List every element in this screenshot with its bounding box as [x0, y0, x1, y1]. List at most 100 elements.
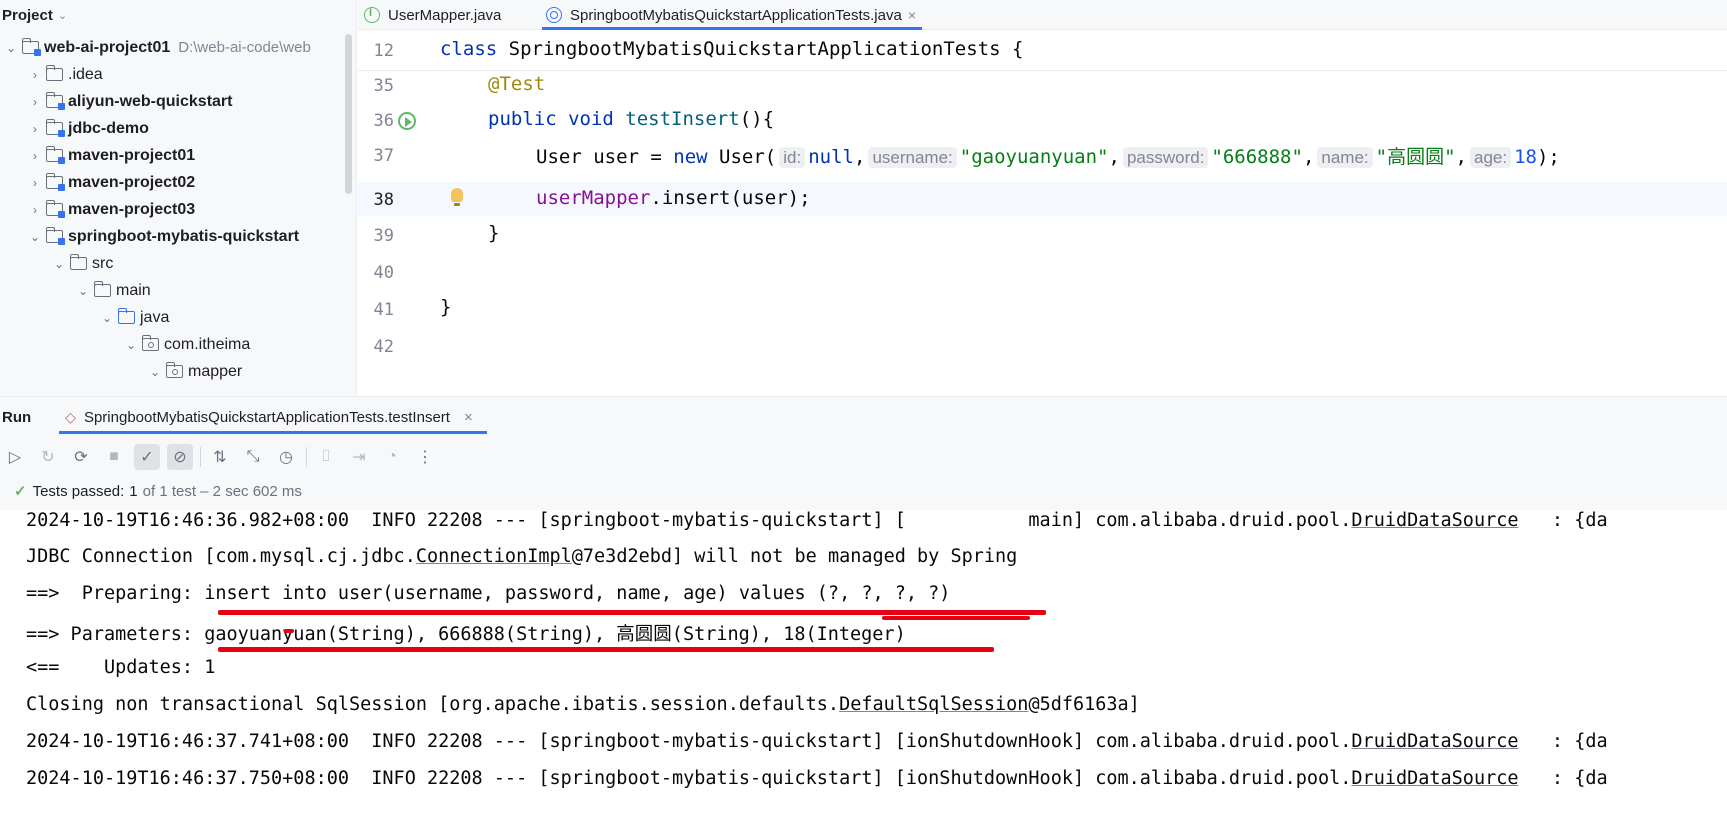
line-number: 36 [373, 111, 394, 131]
chevron-right-icon[interactable]: › [28, 149, 42, 163]
collapse-icon[interactable]: ⤡ [240, 444, 266, 470]
camera-icon[interactable]: ⌷ [313, 444, 339, 470]
code-line-41: } [440, 296, 452, 318]
tree-item-java[interactable]: ⌄ java [0, 304, 356, 331]
tree-item-mapper[interactable]: ⌄ mapper [0, 358, 356, 385]
console-output[interactable]: 2024-10-19T16:46:36.982+08:00 INFO 22208… [0, 510, 1727, 814]
console-line: 2024-10-19T16:46:37.750+08:00 INFO 22208… [26, 768, 1608, 789]
close-icon[interactable]: × [464, 409, 473, 426]
editor-tab-bar: UserMapper.java SpringbootMybatisQuickst… [358, 0, 1727, 30]
param-hint: name: [1317, 147, 1373, 168]
interface-icon [364, 7, 380, 23]
chevron-right-icon[interactable]: › [28, 68, 42, 82]
project-tool-window: Project ⌄ ⌄ web-ai-project01 D:\web-ai-c… [0, 0, 357, 396]
sort-icon[interactable]: ⇅ [207, 444, 233, 470]
chevron-down-icon[interactable]: ⌄ [4, 41, 18, 55]
red-underline-params [218, 647, 994, 652]
chevron-right-icon[interactable]: › [28, 122, 42, 136]
tree-item-web-ai-project01[interactable]: ⌄ web-ai-project01 D:\web-ai-code\web [0, 34, 356, 61]
source-folder-icon [117, 308, 135, 324]
tree-item-springboot-mybatis-quickstart[interactable]: ⌄ springboot-mybatis-quickstart [0, 223, 356, 250]
code-line-37: User user = new User(id: null, username: "g… [536, 146, 1560, 168]
module-icon [45, 173, 65, 191]
tab-test-run[interactable]: ◇ SpringbootMybatisQuickstartApplication… [59, 397, 487, 437]
red-underline-sql [218, 610, 1046, 615]
rerun-icon[interactable]: ▷ [2, 444, 28, 470]
rerun-failed-icon[interactable]: ↻ [35, 444, 61, 470]
tree-item-maven-project02[interactable]: › maven-project02 [0, 169, 356, 196]
module-icon [45, 92, 65, 110]
test-status-bar: ✓ Tests passed: 1 of 1 test – 2 sec 602 … [0, 477, 1727, 505]
code-line-38: userMapper.insert(user); [536, 187, 811, 209]
sticky-code-line: class SpringbootMybatisQuickstartApplica… [440, 38, 1024, 60]
package-icon [141, 335, 159, 351]
gauge-icon[interactable]: ◔ [379, 444, 405, 470]
module-icon [45, 227, 65, 245]
line-number: 35 [373, 76, 394, 96]
tree-item-maven-project03[interactable]: › maven-project03 [0, 196, 356, 223]
chevron-down-icon[interactable]: ⌄ [100, 311, 114, 325]
tab-usermapper[interactable]: UserMapper.java [364, 0, 501, 30]
line-number: 41 [373, 300, 394, 320]
code-line-39: } [488, 222, 500, 244]
chevron-right-icon[interactable]: › [28, 95, 42, 109]
red-underline-sql-extra [882, 616, 1030, 620]
stop-icon[interactable]: ■ [101, 444, 127, 470]
run-toolbar: ▷ ↻ ⟳ ■ ✓ ⊘ ⇅ ⤡ ◷ ⌷ ⇥ ◔ ⋮ [0, 439, 1727, 475]
line-number: 37 [373, 146, 394, 166]
status-passed-count: 1 [129, 482, 138, 500]
param-hint: age: [1469, 147, 1512, 168]
chevron-down-icon[interactable]: ⌄ [148, 365, 162, 379]
project-path: D:\web-ai-code\web [178, 39, 311, 56]
chevron-right-icon[interactable]: › [28, 203, 42, 217]
module-icon [21, 38, 41, 56]
status-detail: of 1 test – 2 sec 602 ms [142, 482, 302, 500]
console-line-updates: <== Updates: 1 [26, 657, 216, 678]
code-line-35: @Test [488, 73, 546, 95]
param-hint: username: [868, 147, 957, 168]
code-line-36: public void testInsert(){ [488, 108, 775, 130]
console-line: 2024-10-19T16:46:36.982+08:00 INFO 22208… [26, 510, 1608, 531]
export-icon[interactable]: ⇥ [346, 444, 372, 470]
chevron-down-icon[interactable]: ⌄ [52, 257, 66, 271]
console-line-preparing: ==> Preparing: insert into user(username… [26, 583, 951, 604]
folder-icon [69, 254, 87, 270]
show-ignored-icon[interactable]: ⊘ [167, 444, 193, 470]
folder-icon [93, 281, 111, 297]
param-hint: id: [779, 147, 806, 168]
tree-item-maven-project01[interactable]: › maven-project01 [0, 142, 356, 169]
line-number: 12 [373, 41, 394, 61]
rerun-automatically-icon[interactable]: ⟳ [68, 444, 94, 470]
status-passed-label: Tests passed: [32, 482, 125, 500]
tree-item-com-itheima[interactable]: ⌄ com.itheima [0, 331, 356, 358]
console-line-parameters: ==> Parameters: gaoyuanyuan(String), 666… [26, 624, 906, 645]
show-passed-icon[interactable]: ✓ [134, 444, 160, 470]
chevron-down-icon[interactable]: ⌄ [124, 338, 138, 352]
tab-springboot-tests[interactable]: SpringbootMybatisQuickstartApplicationTe… [541, 0, 923, 30]
console-line: JDBC Connection [com.mysql.cj.jdbc.Conne… [26, 546, 1018, 567]
module-icon [45, 200, 65, 218]
chevron-right-icon[interactable]: › [28, 176, 42, 190]
tree-item-idea[interactable]: › .idea [0, 61, 356, 88]
test-config-icon: ◇ [65, 408, 76, 425]
tree-item-jdbc-demo[interactable]: › jdbc-demo [0, 115, 356, 142]
tree-item-main[interactable]: ⌄ main [0, 277, 356, 304]
module-icon [45, 146, 65, 164]
project-header[interactable]: Project ⌄ [0, 0, 356, 30]
toolbar-separator [306, 447, 307, 467]
line-number: 39 [373, 226, 394, 246]
run-test-icon[interactable] [398, 112, 416, 130]
tree-item-src[interactable]: ⌄ src [0, 250, 356, 277]
history-icon[interactable]: ◷ [273, 444, 299, 470]
more-options-icon[interactable]: ⋮ [412, 444, 438, 470]
check-icon: ✓ [14, 483, 27, 500]
line-number: 38 [373, 190, 394, 210]
tree-item-aliyun-web-quickstart[interactable]: › aliyun-web-quickstart [0, 88, 356, 115]
chevron-down-icon[interactable]: ⌄ [28, 230, 42, 244]
test-class-icon [546, 7, 562, 23]
project-title: Project [2, 6, 53, 24]
close-icon[interactable]: × [908, 7, 916, 23]
project-scrollbar[interactable] [345, 34, 352, 194]
chevron-down-icon[interactable]: ⌄ [58, 9, 67, 22]
chevron-down-icon[interactable]: ⌄ [76, 284, 90, 298]
